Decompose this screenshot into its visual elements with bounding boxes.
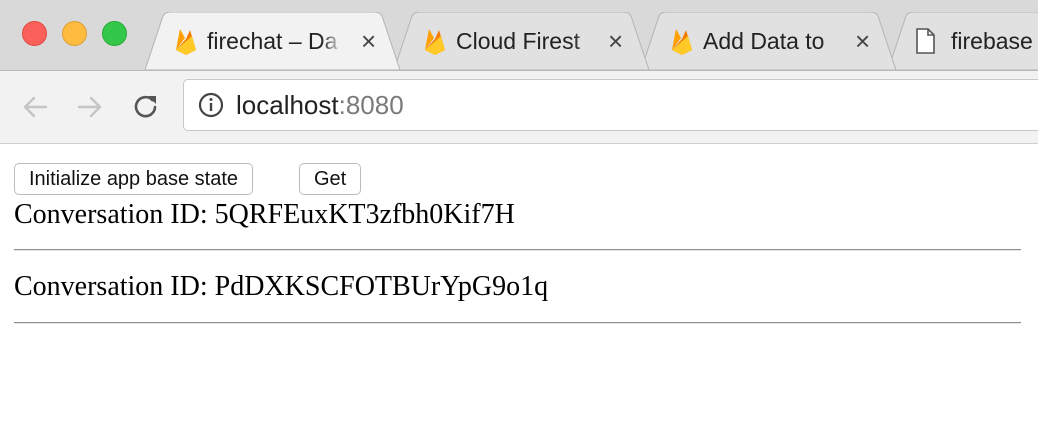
tab-close-icon[interactable]: ×	[855, 26, 870, 56]
tab-close-icon[interactable]: ×	[608, 26, 623, 56]
firebase-icon	[672, 29, 692, 55]
tab-title: firebase	[951, 26, 1038, 56]
arrow-right-icon	[77, 96, 102, 118]
reload-button[interactable]	[126, 87, 166, 127]
initialize-app-button[interactable]: Initialize app base state	[14, 163, 254, 195]
window-maximize-button[interactable]	[102, 21, 127, 46]
url-host: localhost	[236, 90, 339, 120]
info-icon[interactable]	[198, 92, 224, 118]
browser-tab-strip: firechat – Da × Cloud Firest × Add Data …	[0, 0, 1038, 71]
divider	[14, 249, 1021, 251]
tab-firechat[interactable]: firechat – Da ×	[145, 12, 400, 70]
tab-add-data[interactable]: Add Data to ×	[641, 12, 896, 70]
window-minimize-button[interactable]	[62, 21, 87, 46]
arrow-left-icon	[23, 96, 48, 118]
window-close-button[interactable]	[22, 21, 47, 46]
conversation-id-text: Conversation ID: PdDXKSCFOTBUrYpG9o1q	[14, 271, 549, 302]
reload-icon	[134, 95, 157, 118]
get-button[interactable]: Get	[299, 163, 362, 195]
document-icon	[916, 28, 935, 54]
tab-cloud-firestore[interactable]: Cloud Firest ×	[394, 12, 649, 70]
tab-firebase[interactable]: firebase	[888, 12, 1038, 70]
tab-close-icon[interactable]: ×	[361, 26, 376, 56]
url-text: localhost:8080	[236, 89, 404, 121]
url-port: :8080	[338, 90, 404, 120]
divider	[14, 322, 1021, 324]
browser-toolbar: localhost:8080	[0, 71, 1038, 144]
conversation-id-text: Conversation ID: 5QRFEuxKT3zfbh0Kif7H	[14, 199, 515, 230]
forward-button[interactable]	[70, 87, 110, 127]
page-content: Initialize app base state Get Conversati…	[0, 144, 1038, 428]
tab-title: firechat – Da	[207, 26, 343, 56]
firebase-icon	[425, 29, 445, 55]
tab-title: Cloud Firest	[456, 26, 596, 56]
address-bar[interactable]: localhost:8080	[183, 79, 1038, 131]
tab-title: Add Data to	[703, 26, 843, 56]
firebase-icon	[176, 29, 196, 55]
back-button[interactable]	[15, 87, 55, 127]
